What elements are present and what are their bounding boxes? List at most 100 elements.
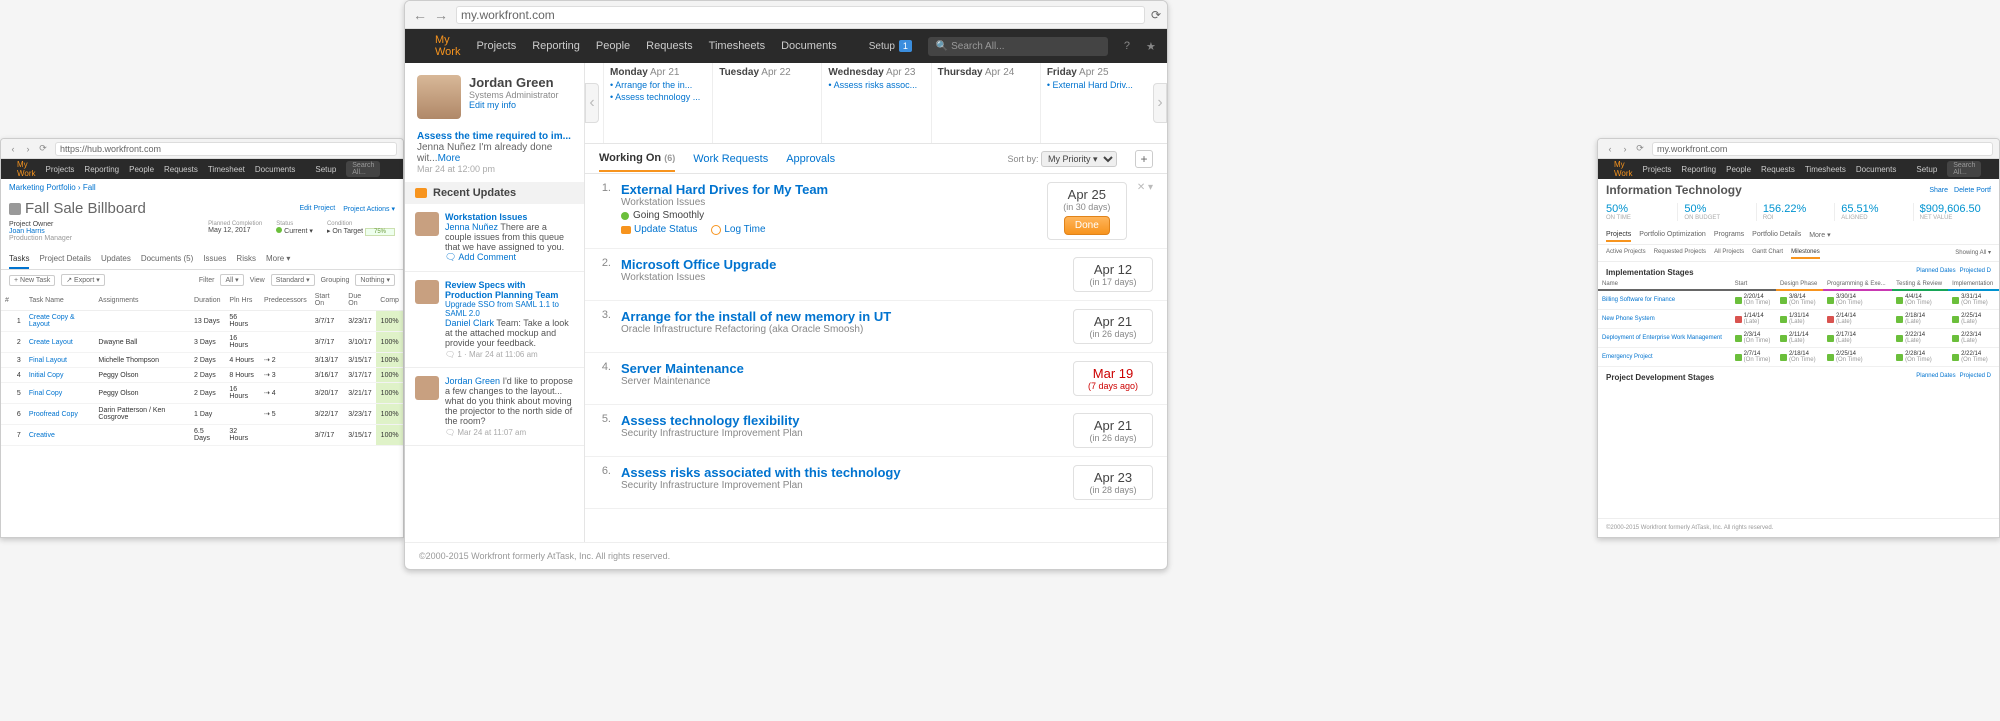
task-row[interactable]: 1Create Copy & Layout13 Days56 Hours3/7/… xyxy=(1,311,403,332)
cal-prev-button[interactable]: ‹ xyxy=(585,83,599,123)
tab-working-on[interactable]: Working On (6) xyxy=(599,146,675,172)
work-item[interactable]: 4.Server MaintenanceServer MaintenanceMa… xyxy=(585,353,1167,405)
task-row[interactable]: 2Create LayoutDwayne Ball3 Days16 Hours3… xyxy=(1,332,403,353)
calendar-event[interactable]: Arrange for the in... xyxy=(610,80,706,90)
share-link[interactable]: Share xyxy=(1929,187,1948,194)
col-header[interactable]: Implementation xyxy=(1948,279,1999,290)
nav-requests[interactable]: Requests xyxy=(646,40,692,52)
add-button[interactable]: + xyxy=(1135,150,1153,168)
owner-name[interactable]: Joan Harris xyxy=(9,228,72,235)
star-icon[interactable]: ★ xyxy=(1146,40,1156,53)
work-item[interactable]: 3.Arrange for the install of new memory … xyxy=(585,301,1167,353)
tab-details[interactable]: Project Details xyxy=(39,250,91,269)
nav-people[interactable]: People xyxy=(1726,165,1751,174)
log-time-link[interactable]: Log Time xyxy=(711,224,765,235)
subtab-requested[interactable]: Requested Projects xyxy=(1654,247,1706,259)
col-header[interactable]: Programming & Exe... xyxy=(1823,279,1892,290)
export-button[interactable]: ↗ Export ▾ xyxy=(61,274,105,286)
calendar-day[interactable]: Thursday Apr 24 xyxy=(931,63,1040,143)
nav-projects[interactable]: Projects xyxy=(1643,165,1672,174)
assess-title[interactable]: Assess the time required to im... xyxy=(417,131,572,142)
nav-projects[interactable]: Projects xyxy=(476,40,516,52)
nav-documents[interactable]: Documents xyxy=(781,40,837,52)
sort-select[interactable]: My Priority ▾ xyxy=(1041,151,1117,167)
col-header[interactable]: Start On xyxy=(311,290,345,311)
tab-updates[interactable]: Updates xyxy=(101,250,131,269)
showing-filter[interactable]: Showing All ▾ xyxy=(1955,247,1991,259)
tab-more[interactable]: More ▾ xyxy=(266,250,290,269)
group-select[interactable]: Nothing ▾ xyxy=(355,274,395,286)
milestone-row[interactable]: Emergency Project2/7/14(On Time)2/18/14(… xyxy=(1598,348,1999,367)
status-value[interactable]: Current ▾ xyxy=(276,227,313,235)
mode-planned[interactable]: Planned Dates xyxy=(1916,268,1955,277)
mode-projected[interactable]: Projected D xyxy=(1960,268,1991,277)
nav-reporting[interactable]: Reporting xyxy=(1681,165,1716,174)
subtab-active[interactable]: Active Projects xyxy=(1606,247,1646,259)
back-icon[interactable]: ← xyxy=(411,6,429,24)
calendar-day[interactable]: Friday Apr 25External Hard Driv... xyxy=(1040,63,1149,143)
back-icon[interactable]: ‹ xyxy=(7,143,19,155)
tab-details[interactable]: Portfolio Details xyxy=(1752,229,1801,242)
fwd-icon[interactable]: › xyxy=(1619,143,1631,155)
url-field[interactable]: my.workfront.com xyxy=(1652,142,1993,156)
milestone-row[interactable]: Billing Software for Finance2/20/14(On T… xyxy=(1598,290,1999,310)
work-item[interactable]: 1.External Hard Drives for My TeamWorkst… xyxy=(585,174,1167,249)
calendar-day[interactable]: Wednesday Apr 23Assess risks assoc... xyxy=(821,63,930,143)
col-header[interactable]: Start xyxy=(1731,279,1776,290)
update-status-link[interactable]: Update Status xyxy=(621,224,697,235)
col-header[interactable]: Duration xyxy=(190,290,225,311)
nav-documents[interactable]: Documents xyxy=(255,165,295,174)
nav-reporting[interactable]: Reporting xyxy=(84,165,119,174)
work-item[interactable]: 2.Microsoft Office UpgradeWorkstation Is… xyxy=(585,249,1167,301)
update-item[interactable]: Workstation IssuesJenna Nuñez There are … xyxy=(405,204,584,272)
breadcrumb[interactable]: Marketing Portfolio › Fall xyxy=(1,179,403,196)
nav-mywork[interactable]: My Work xyxy=(1614,160,1633,178)
work-item[interactable]: 5.Assess technology flexibilitySecurity … xyxy=(585,405,1167,457)
search-input[interactable]: Search All... xyxy=(346,161,380,177)
col-header[interactable]: # xyxy=(1,290,13,311)
tab-optimization[interactable]: Portfolio Optimization xyxy=(1639,229,1706,242)
col-header[interactable]: Task Name xyxy=(25,290,95,311)
tab-documents[interactable]: Documents (5) xyxy=(141,250,193,269)
nav-timesheets[interactable]: Timesheets xyxy=(709,40,765,52)
tab-projects[interactable]: Projects xyxy=(1606,229,1631,242)
update-item[interactable]: Jordan Green I'd like to propose a few c… xyxy=(405,368,584,446)
mode-projected2[interactable]: Projected D xyxy=(1960,373,1991,382)
nav-projects[interactable]: Projects xyxy=(46,165,75,174)
nav-timesheets[interactable]: Timesheets xyxy=(1805,165,1846,174)
setup-link[interactable]: Setup1 xyxy=(869,40,912,52)
tab-work-requests[interactable]: Work Requests xyxy=(693,147,768,171)
calendar-day[interactable]: Tuesday Apr 22 xyxy=(712,63,821,143)
update-item[interactable]: Review Specs with Production Planning Te… xyxy=(405,272,584,368)
url-field[interactable]: my.workfront.com xyxy=(456,6,1145,24)
milestone-row[interactable]: New Phone System1/14/14(Late)1/31/14(Lat… xyxy=(1598,310,1999,329)
nav-mywork[interactable]: My Work xyxy=(435,34,460,58)
filter-select[interactable]: All ▾ xyxy=(220,274,243,286)
col-header[interactable]: Testing & Review xyxy=(1892,279,1948,290)
mode-planned2[interactable]: Planned Dates xyxy=(1916,373,1955,382)
task-row[interactable]: 6Proofread CopyDarin Patterson / Ken Cos… xyxy=(1,404,403,425)
nav-requests[interactable]: Requests xyxy=(1761,165,1795,174)
subtab-gantt[interactable]: Gantt Chart xyxy=(1752,247,1783,259)
nav-people[interactable]: People xyxy=(596,40,630,52)
col-header[interactable]: Predecessors xyxy=(260,290,311,311)
calendar-event[interactable]: Assess risks assoc... xyxy=(828,80,924,90)
project-actions-menu[interactable]: Project Actions ▾ xyxy=(343,205,395,213)
col-header[interactable] xyxy=(13,290,25,311)
help-icon[interactable]: ? xyxy=(1124,40,1130,52)
cal-next-button[interactable]: › xyxy=(1153,83,1167,123)
subtab-all[interactable]: All Projects xyxy=(1714,247,1744,259)
task-row[interactable]: 5Final CopyPeggy Olson2 Days16 Hours⇢ 43… xyxy=(1,383,403,404)
calendar-event[interactable]: Assess technology ... xyxy=(610,92,706,102)
reload-icon[interactable]: ⟳ xyxy=(37,143,49,155)
done-button[interactable]: Done xyxy=(1064,216,1110,235)
edit-info-link[interactable]: Edit my info xyxy=(469,100,559,110)
calendar-event[interactable]: External Hard Driv... xyxy=(1047,80,1143,90)
search-input[interactable]: 🔍 Search All... xyxy=(928,37,1108,56)
col-header[interactable]: Comp xyxy=(376,290,403,311)
tab-issues[interactable]: Issues xyxy=(203,250,226,269)
tab-programs[interactable]: Programs xyxy=(1714,229,1744,242)
reload-icon[interactable]: ⟳ xyxy=(1634,143,1646,155)
tab-more[interactable]: More ▾ xyxy=(1809,229,1830,242)
new-task-button[interactable]: + New Task xyxy=(9,275,55,286)
